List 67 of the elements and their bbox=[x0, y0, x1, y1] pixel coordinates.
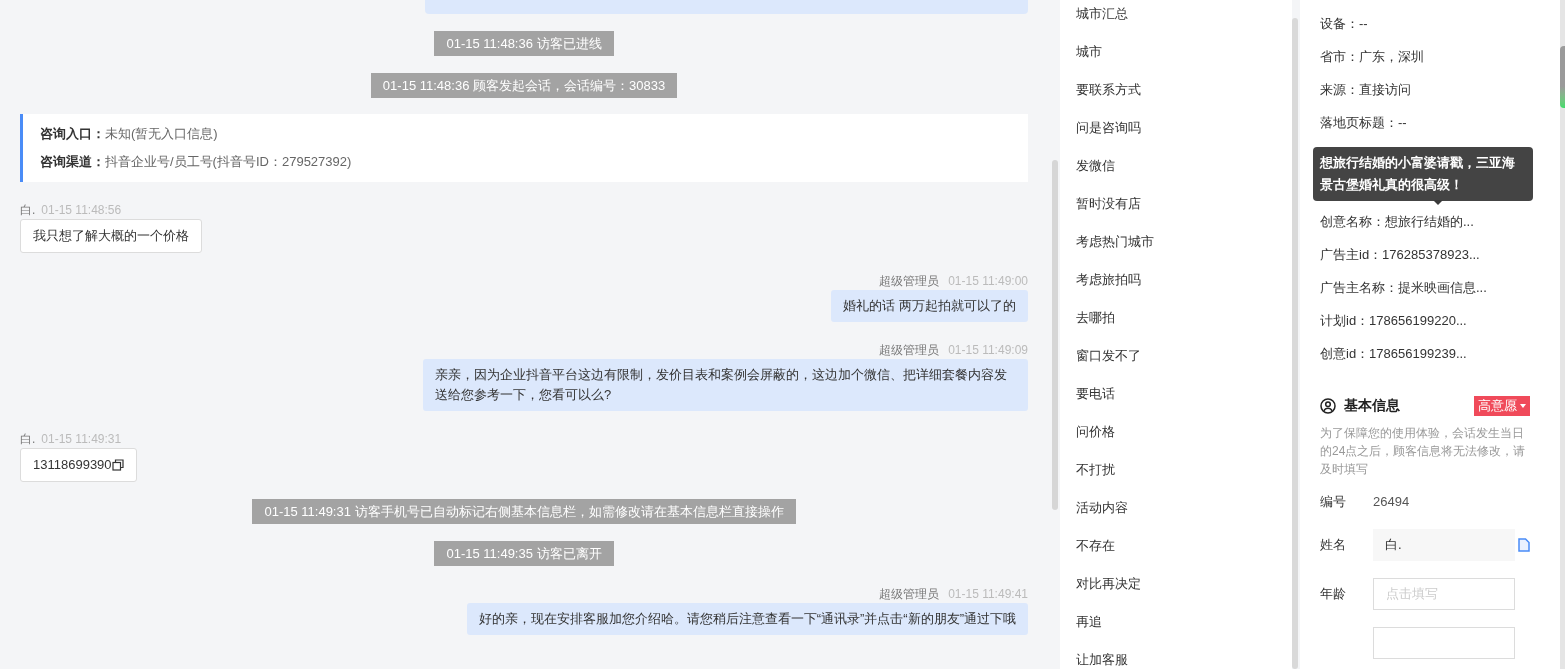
chat-scrollbar[interactable] bbox=[1040, 0, 1060, 669]
quick-reply-item[interactable]: 考虑热门城市 bbox=[1076, 223, 1292, 261]
message-time: 01-15 11:49:00 bbox=[948, 273, 1028, 289]
field-label: 年龄 bbox=[1320, 584, 1347, 603]
sender-name: 白. bbox=[20, 202, 36, 218]
info-row-text: 落地页标题：-- bbox=[1320, 113, 1408, 132]
document-icon[interactable] bbox=[1518, 537, 1530, 552]
quick-reply-item[interactable]: 对比再决定 bbox=[1076, 565, 1292, 603]
info-label: 咨询入口： bbox=[40, 126, 105, 142]
tooltip-arrow-icon bbox=[1433, 200, 1443, 205]
field-label: 姓名 bbox=[1320, 535, 1347, 554]
info-row-text: 设备：-- bbox=[1320, 14, 1369, 33]
quick-reply-item[interactable]: 不存在 bbox=[1076, 527, 1292, 565]
sender-name: 白. bbox=[20, 431, 36, 447]
quick-reply-item[interactable]: 要电话 bbox=[1076, 375, 1292, 413]
quick-reply-item[interactable]: 不打扰 bbox=[1076, 451, 1292, 489]
system-notice: 01-15 11:48:36 顾客发起会话，会话编号：30833 bbox=[370, 73, 678, 98]
sender-name: 超级管理员 bbox=[879, 586, 940, 602]
message-time: 01-15 11:49:41 bbox=[948, 586, 1028, 602]
system-notice: 01-15 11:49:31 访客手机号已自动标记右侧基本信息栏，如需修改请在基本信息栏直接操作 bbox=[252, 499, 796, 524]
info-row-text: 创意名称：想旅行结婚的... bbox=[1320, 212, 1475, 231]
quick-reply-item[interactable]: 发微信 bbox=[1076, 147, 1292, 185]
info-value: 未知(暂无入口信息) bbox=[105, 126, 218, 142]
quick-reply-item[interactable]: 要联系方式 bbox=[1076, 71, 1292, 109]
tooltip: 想旅行结婚的小富婆请戳，三亚海景古堡婚礼真的很高级！ bbox=[1313, 147, 1533, 201]
info-row-text: 广告主名称：提米映画信息... bbox=[1320, 278, 1488, 297]
info-value: 抖音企业号/员工号(抖音号ID：279527392) bbox=[105, 154, 352, 170]
notice-text: 为了保障您的使用体验，会话发生当日的24点之后，顾客信息将无法修改，请及时填写 bbox=[1320, 425, 1527, 478]
system-notice: 01-15 11:49:35 访客已离开 bbox=[434, 541, 614, 566]
quick-reply-item[interactable]: 活动内容 bbox=[1076, 489, 1292, 527]
info-row-text: 创意id：178656199239... bbox=[1320, 344, 1468, 363]
quick-reply-item[interactable]: 让加客服 bbox=[1076, 641, 1292, 669]
info-row-text: 计划id：178656199220... bbox=[1320, 311, 1468, 330]
copy-icon[interactable] bbox=[111, 459, 124, 471]
input-field[interactable] bbox=[1373, 626, 1515, 659]
sender-name: 超级管理员 bbox=[879, 342, 940, 358]
message-bubble: 婚礼的话 两万起拍就可以了的 bbox=[831, 290, 1028, 322]
input-field[interactable]: 白. bbox=[1373, 528, 1515, 561]
quick-reply-item[interactable]: 城市汇总 bbox=[1076, 0, 1292, 33]
quick-reply-item[interactable]: 暂时没有店 bbox=[1076, 185, 1292, 223]
field-value: 26494 bbox=[1373, 493, 1410, 511]
quick-reply-item[interactable]: 窗口发不了 bbox=[1076, 337, 1292, 375]
quick-reply-item[interactable]: 考虑旅拍吗 bbox=[1076, 261, 1292, 299]
quick-reply-item[interactable]: 问价格 bbox=[1076, 413, 1292, 451]
message-bubble: 好的亲，现在安排客服加您介绍哈。请您稍后注意查看一下“通讯录”并点击“新的朋友”通过下哦 bbox=[466, 603, 1028, 635]
message-bubble: 亲亲，因为企业抖音平台这边有限制，发价目表和案例会屏蔽的，这边加个微信、把详细套餐内容发送给您参考一下，您看可以么? bbox=[423, 359, 1028, 411]
message-time: 01-15 11:48:56 bbox=[41, 202, 122, 218]
quick-reply-item[interactable]: 城市 bbox=[1076, 33, 1292, 71]
quick-reply-item[interactable]: 问是咨询吗 bbox=[1076, 109, 1292, 147]
caret-icon bbox=[1520, 403, 1526, 408]
info-row-text: 广告主id：176285378923... bbox=[1320, 245, 1481, 264]
quick-reply-item[interactable]: 去哪拍 bbox=[1076, 299, 1292, 337]
user-icon bbox=[1320, 397, 1336, 414]
intent-tag[interactable]: 高意愿 bbox=[1474, 395, 1530, 416]
field-label: 编号 bbox=[1320, 493, 1347, 511]
info-label: 咨询渠道： bbox=[40, 154, 105, 170]
sender-name: 超级管理员 bbox=[879, 273, 940, 289]
message-time: 01-15 11:49:09 bbox=[948, 342, 1028, 358]
message-text: 13118699390 bbox=[33, 456, 112, 474]
quick-reply-item[interactable]: 再追 bbox=[1076, 603, 1292, 641]
system-notice: 01-15 11:48:36 访客已进线 bbox=[434, 31, 614, 56]
list-scrollbar[interactable] bbox=[1292, 0, 1300, 669]
message-time: 01-15 11:49:31 bbox=[41, 431, 122, 447]
section-title: 基本信息 bbox=[1344, 396, 1400, 415]
message-text: 我只想了解大概的一个价格 bbox=[33, 227, 189, 245]
info-row-text: 来源：直接访问 bbox=[1320, 80, 1412, 99]
info-row-text: 省市：广东，深圳 bbox=[1320, 47, 1425, 66]
